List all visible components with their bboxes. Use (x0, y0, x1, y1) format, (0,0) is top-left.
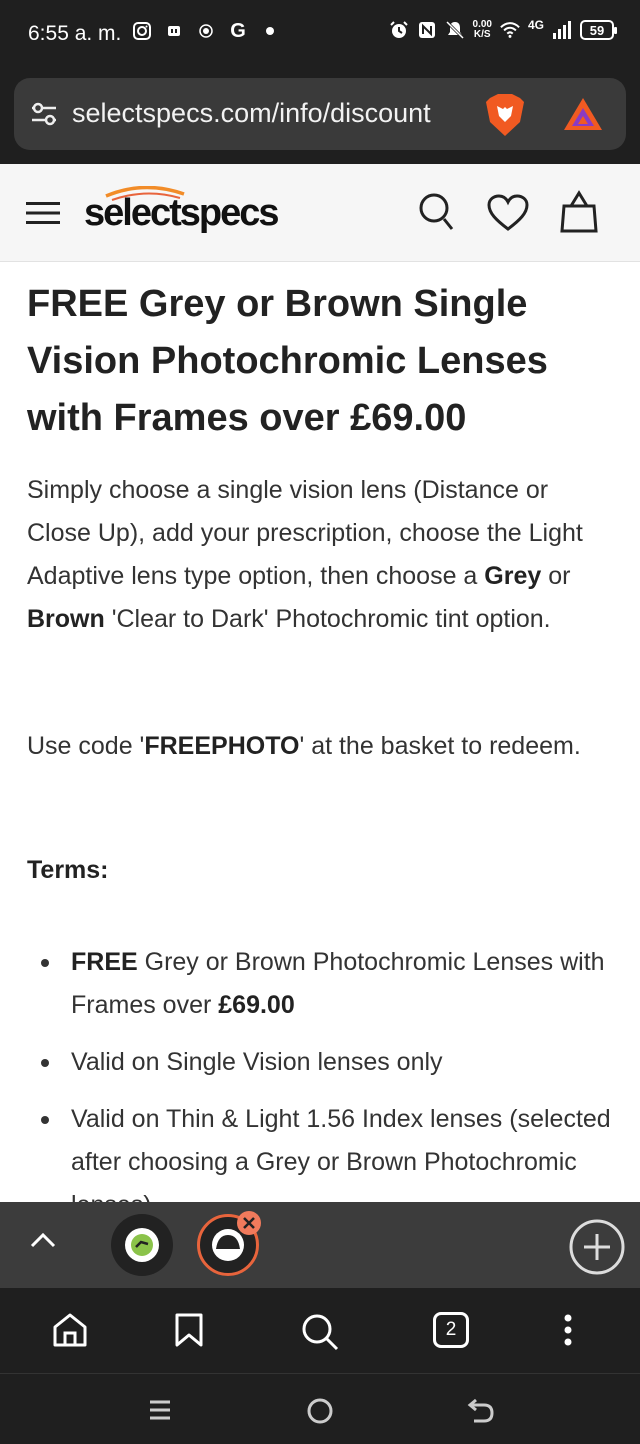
wishlist-heart-icon[interactable] (486, 194, 530, 237)
promo-text-1: Use code ' (27, 732, 145, 760)
list-item: FREE Grey or Brown Photochromic Lenses w… (27, 941, 617, 1027)
mute-icon (445, 20, 465, 40)
browser-bottom-nav: 2 (0, 1288, 640, 1374)
net-speed-unit: K/S (473, 29, 491, 40)
status-right-icons: 0.00 K/S 4G 59 (389, 18, 617, 40)
back-icon[interactable] (466, 1396, 496, 1431)
offer-description-text-2: or (541, 562, 571, 590)
term-text: Valid on Thin & Light 1.56 Index lenses … (71, 1105, 611, 1202)
promo-code: FREEPHOTO (144, 732, 300, 760)
logo-text: selectspecs (84, 192, 279, 234)
free-label: FREE (71, 948, 138, 976)
list-item: Valid on Thin & Light 1.56 Index lenses … (27, 1098, 617, 1202)
status-left-icons: G (132, 19, 280, 42)
bookmark-icon[interactable] (174, 1312, 204, 1353)
dot-icon (260, 21, 280, 41)
offer-description-text-3: 'Clear to Dark' Photochromic tint option… (104, 605, 551, 633)
nfc-icon (417, 20, 437, 40)
status-bar: 6:55 a. m. G 0.00 K/S 4G 59 (0, 0, 640, 70)
site-favicon-icon (125, 1228, 159, 1262)
basket-bag-icon[interactable] (560, 190, 598, 239)
system-navigation-bar (0, 1374, 640, 1444)
tab-group-strip (0, 1202, 640, 1288)
tab-switcher-button[interactable]: 2 (433, 1312, 469, 1348)
brave-rewards-icon[interactable] (562, 96, 604, 137)
browser-toolbar: selectspecs.com/info/discount (0, 70, 640, 164)
price-label: £69.00 (218, 991, 295, 1019)
alarm-icon (389, 20, 409, 40)
record-icon (196, 21, 216, 41)
brave-shields-icon[interactable] (484, 92, 526, 143)
grey-option-text: Grey (484, 562, 542, 590)
offer-description: Simply choose a single vision lens (Dist… (27, 469, 617, 641)
brown-option-text: Brown (27, 605, 105, 633)
list-item: Valid on Single Vision lenses only (27, 1041, 617, 1084)
promo-code-instruction: Use code 'FREEPHOTO' at the basket to re… (27, 725, 617, 768)
home-circle-icon[interactable] (305, 1396, 335, 1431)
network-type: 4G (527, 18, 544, 32)
hamburger-menu-icon[interactable] (26, 201, 60, 230)
google-icon: G (230, 19, 246, 42)
notification-icon (164, 21, 184, 41)
page-title: FREE Grey or Brown Single Vision Photoch… (27, 283, 548, 439)
search-icon[interactable] (300, 1312, 340, 1357)
terms-heading: Terms: (27, 856, 109, 884)
chevron-up-icon[interactable] (30, 1230, 56, 1255)
address-bar[interactable]: selectspecs.com/info/discount (14, 78, 626, 150)
status-time: 6:55 a. m. (28, 22, 122, 45)
promo-text-2: ' at the basket to redeem. (299, 732, 581, 760)
wifi-icon (500, 20, 520, 40)
site-header: selectspecs (0, 164, 640, 262)
url-text[interactable]: selectspecs.com/info/discount (72, 98, 431, 129)
close-tab-icon[interactable] (237, 1211, 261, 1235)
tab-thumbnail-1[interactable] (111, 1214, 173, 1276)
more-options-icon[interactable] (560, 1312, 576, 1353)
net-speed: 0.00 K/S (473, 20, 492, 40)
search-icon[interactable] (418, 192, 454, 237)
instagram-icon (132, 21, 152, 41)
new-tab-plus-icon[interactable] (568, 1218, 626, 1281)
page-content: FREE Grey or Brown Single Vision Photoch… (0, 262, 640, 1202)
signal-icon (552, 20, 572, 40)
recent-apps-icon[interactable] (146, 1396, 174, 1429)
term-text: Grey or Brown Photochromic Lenses with F… (71, 948, 605, 1019)
terms-list: FREE Grey or Brown Photochromic Lenses w… (27, 941, 617, 1202)
home-icon[interactable] (52, 1312, 88, 1353)
site-settings-icon[interactable] (30, 102, 58, 131)
site-logo[interactable]: selectspecs (84, 186, 279, 234)
battery-indicator: 59 (580, 20, 617, 40)
term-text: Valid on Single Vision lenses only (71, 1048, 443, 1076)
